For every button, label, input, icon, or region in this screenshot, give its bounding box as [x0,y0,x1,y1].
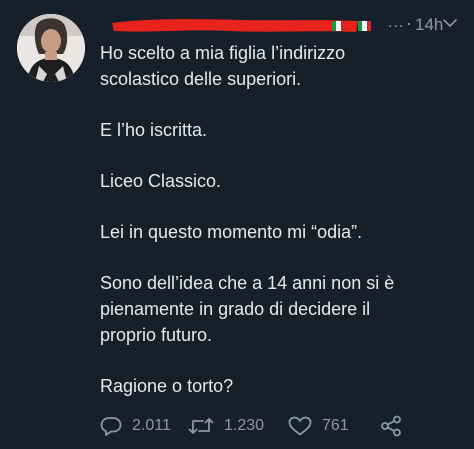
tweet-paragraph: Sono dell’idea che a 14 anni non si è pi… [100,270,460,348]
reply-icon [100,417,122,436]
reply-button[interactable]: 2.011 [100,412,171,440]
separator-dot: · [406,13,412,33]
tweet-header: ... · 14h [100,6,474,40]
reply-count: 2.011 [132,417,171,434]
tweet-line: E l’ho iscritta. [100,120,208,140]
italy-flag-icon [358,21,371,31]
tweet-text: Ho scelto a mia figlia l’indirizzo scola… [100,40,460,424]
avatar-photo-icon [17,14,85,82]
redacted-username [112,19,358,32]
share-icon [381,415,401,437]
tweet-line: Liceo Classico. [100,171,222,191]
retweet-icon [188,418,214,434]
tweet-line: Ragione o torto? [100,376,234,396]
tweet-line: Lei in questo momento mi “odia”. [100,222,363,242]
tweet-paragraph: Lei in questo momento mi “odia”. [100,219,460,245]
share-button[interactable] [380,412,402,440]
avatar[interactable] [17,14,85,82]
tweet-line: scolastico delle superiori. [100,69,302,89]
chevron-down-icon[interactable] [442,16,458,30]
tweet-paragraph: E l’ho iscritta. [100,117,460,143]
name-truncation: ... [388,14,405,31]
tweet-actions: 2.011 1.230 761 [100,412,460,440]
retweet-count: 1.230 [224,417,265,434]
tweet-line: pienamente in grado di decidere il [100,299,371,319]
like-icon [288,416,312,436]
like-count: 761 [322,417,349,434]
tweet-paragraph: Ragione o torto? [100,373,460,399]
tweet-timestamp[interactable]: 14h [415,15,443,35]
tweet[interactable]: ... · 14h Ho scelto a mia figlia l’indir… [0,0,474,449]
tweet-line: Ho scelto a mia figlia l’indirizzo [100,43,346,63]
like-button[interactable]: 761 [288,412,349,440]
retweet-button[interactable]: 1.230 [188,412,264,440]
tweet-line: proprio futuro. [100,325,213,345]
italy-flag-icon [332,21,345,31]
tweet-paragraph: Liceo Classico. [100,168,460,194]
tweet-paragraph: Ho scelto a mia figlia l’indirizzo scola… [100,40,460,92]
tweet-line: Sono dell’idea che a 14 anni non si è [100,273,395,293]
